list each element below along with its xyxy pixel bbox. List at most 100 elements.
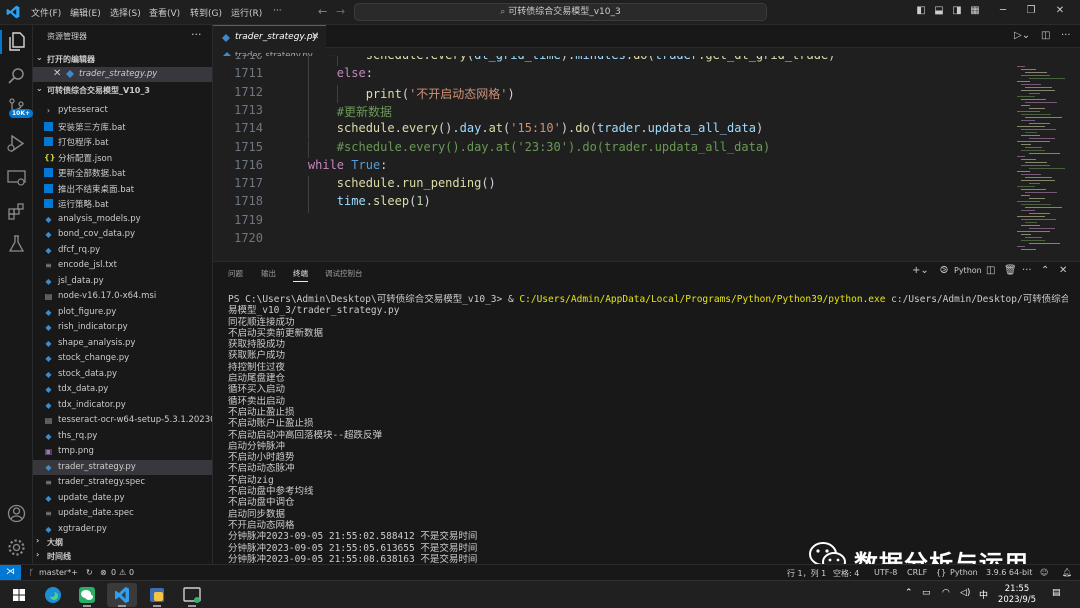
indentation[interactable]: 空格: 4 [833, 568, 859, 579]
file-item[interactable]: ◆ tdx_data.py [33, 382, 212, 398]
menu-selection[interactable]: 选择(S) [110, 6, 141, 19]
tray-network-icon[interactable]: ▭ [922, 588, 931, 598]
more-actions-icon[interactable]: ··· [1022, 265, 1032, 276]
customize-layout-icon[interactable]: ▦ [969, 5, 981, 17]
shell-label[interactable]: Python [954, 266, 982, 275]
explorer-icon[interactable] [6, 31, 27, 52]
file-item[interactable]: {} 分析配置.json [33, 150, 212, 166]
file-item[interactable]: ▤ node-v16.17.0-x64.msi [33, 289, 212, 305]
code-line[interactable]: schedule.every().day.at('15:10').do(trad… [279, 121, 763, 135]
vscode-logo-icon[interactable] [6, 5, 20, 19]
run-python-icon[interactable]: ▷⌄ [1014, 30, 1030, 41]
notification-center-icon[interactable]: ▤ [1052, 588, 1061, 598]
code-line[interactable]: schedule.every(dt_grid_time).minutes.do(… [279, 56, 836, 62]
new-terminal-icon[interactable]: +⌄ [912, 265, 929, 276]
tray-volume-icon[interactable]: ◁) [960, 588, 970, 598]
close-panel-icon[interactable]: ✕ [1059, 265, 1067, 276]
file-item[interactable]: ≡ trader_strategy.spec [33, 475, 212, 491]
feedback-icon[interactable]: ☺ [1040, 568, 1048, 577]
tab-problems[interactable]: 问题 [228, 268, 243, 279]
code-line[interactable]: #更新数据 [279, 103, 392, 120]
file-item[interactable]: ≡ update_date.spec [33, 506, 212, 522]
kill-terminal-icon[interactable]: 🗑 [1004, 265, 1017, 276]
menu-more[interactable]: ··· [273, 6, 282, 16]
input-method[interactable]: 中 [979, 588, 988, 601]
minimize-icon[interactable]: ─ [997, 5, 1009, 17]
file-item[interactable]: 运行策略.bat [33, 196, 212, 212]
file-item[interactable]: ◆ bond_cov_data.py [33, 227, 212, 243]
search-icon[interactable] [6, 65, 27, 86]
split-editor-icon[interactable]: ◫ [1041, 30, 1050, 41]
file-item[interactable]: ◆ jsl_data.py [33, 274, 212, 290]
editor-tab[interactable]: trader_strategy.py ✕ [213, 25, 326, 48]
maximize-panel-icon[interactable]: ⌃ [1041, 265, 1049, 276]
encoding[interactable]: UTF-8 [874, 568, 897, 577]
folder-item[interactable]: › pytesseract [33, 103, 212, 119]
tray-wifi-icon[interactable]: ◠ [942, 588, 950, 598]
menu-go[interactable]: 转到(G) [190, 6, 222, 19]
code-editor[interactable]: 1710 schedule.every(dt_grid_time).minute… [213, 56, 1013, 261]
tab-terminal[interactable]: 终端 [293, 268, 308, 282]
code-line[interactable]: time.sleep(1) [279, 194, 431, 208]
back-arrow-icon[interactable]: ← [318, 5, 327, 18]
tab-output[interactable]: 输出 [261, 268, 276, 279]
file-item[interactable]: ◆ dfcf_rq.py [33, 243, 212, 259]
vscode-app-icon[interactable] [107, 583, 137, 607]
settings-gear-icon[interactable] [6, 537, 27, 558]
tab-debug-console[interactable]: 调试控制台 [325, 268, 363, 279]
close-tab-icon[interactable]: ✕ [311, 31, 319, 42]
file-item[interactable]: 更新全部数据.bat [33, 165, 212, 181]
account-icon[interactable] [6, 503, 27, 524]
extensions-icon[interactable] [6, 201, 27, 222]
file-item[interactable]: ◆ analysis_models.py [33, 212, 212, 228]
remote-explorer-icon[interactable] [6, 167, 27, 188]
menu-run[interactable]: 运行(R) [231, 6, 262, 19]
menu-edit[interactable]: 编辑(E) [70, 6, 101, 19]
windows-start-icon[interactable] [4, 583, 34, 607]
file-item[interactable]: 打包程序.bat [33, 134, 212, 150]
close-icon[interactable]: ✕ [53, 68, 61, 79]
edge-browser-icon[interactable] [38, 583, 68, 607]
file-item[interactable]: ≡ encode_jsl.txt [33, 258, 212, 274]
minimap[interactable] [1013, 64, 1073, 261]
braces-icon[interactable]: {} [936, 568, 946, 577]
branch-icon[interactable]: ᚴ [29, 568, 34, 577]
outline-section[interactable]: › 大纲 [33, 535, 212, 549]
file-item[interactable]: ◆ stock_change.py [33, 351, 212, 367]
file-item[interactable]: ◆ shape_analysis.py [33, 336, 212, 352]
code-line[interactable]: while True: [279, 158, 388, 172]
tray-chevron-icon[interactable]: ⌃ [905, 588, 913, 598]
error-icon[interactable]: ⊗ [100, 568, 107, 577]
notifications-bell-icon[interactable]: 🔔︎ [1062, 568, 1072, 577]
more-actions-icon[interactable]: ··· [191, 28, 202, 41]
toggle-sidebar-icon[interactable]: ◧ [915, 5, 927, 17]
editor-scrollbar[interactable] [1073, 64, 1080, 261]
toggle-panel-icon[interactable]: ⬓ [933, 5, 945, 17]
menu-view[interactable]: 查看(V) [149, 6, 180, 19]
file-item[interactable]: ◆ update_date.py [33, 491, 212, 507]
clock[interactable]: 21:55 2023/9/5 [996, 584, 1038, 606]
remote-indicator-icon[interactable]: ⋊ [0, 565, 21, 581]
file-item[interactable]: 推出不结束桌面.bat [33, 181, 212, 197]
language-mode[interactable]: Python [950, 568, 978, 577]
timeline-section[interactable]: › 时间线 [33, 549, 212, 563]
terminal-output[interactable]: PS C:\Users\Admin\Desktop\可转债综合交易模型_v10_… [228, 294, 1068, 565]
menu-file[interactable]: 文件(F) [31, 6, 61, 19]
open-editors-section[interactable]: ⌄ 打开的编辑器 [33, 52, 212, 66]
git-branch[interactable]: master*+ [39, 568, 78, 577]
file-item[interactable]: ▣ tmp.png [33, 444, 212, 460]
split-terminal-icon[interactable]: ◫ [986, 265, 995, 276]
testing-flask-icon[interactable] [6, 233, 27, 254]
command-center[interactable]: ⌕ 可转债综合交易模型_v10_3 [354, 3, 767, 21]
code-line[interactable]: schedule.run_pending() [279, 176, 496, 190]
warning-count[interactable]: 0 [129, 568, 134, 577]
warning-icon[interactable]: ⚠ [119, 568, 126, 577]
file-item[interactable]: ◆ rish_indicator.py [33, 320, 212, 336]
toggle-secondary-sidebar-icon[interactable]: ◨ [951, 5, 963, 17]
file-item[interactable]: ◆ stock_data.py [33, 367, 212, 383]
file-item[interactable]: ◆ ths_rq.py [33, 429, 212, 445]
code-line[interactable]: #schedule.every().day.at('23:30').do(tra… [279, 140, 770, 154]
forward-arrow-icon[interactable]: → [336, 5, 345, 18]
close-window-icon[interactable]: ✕ [1054, 5, 1066, 17]
file-item[interactable]: ▤ tesseract-ocr-w64-setup-5.3.1.20230... [33, 413, 212, 429]
